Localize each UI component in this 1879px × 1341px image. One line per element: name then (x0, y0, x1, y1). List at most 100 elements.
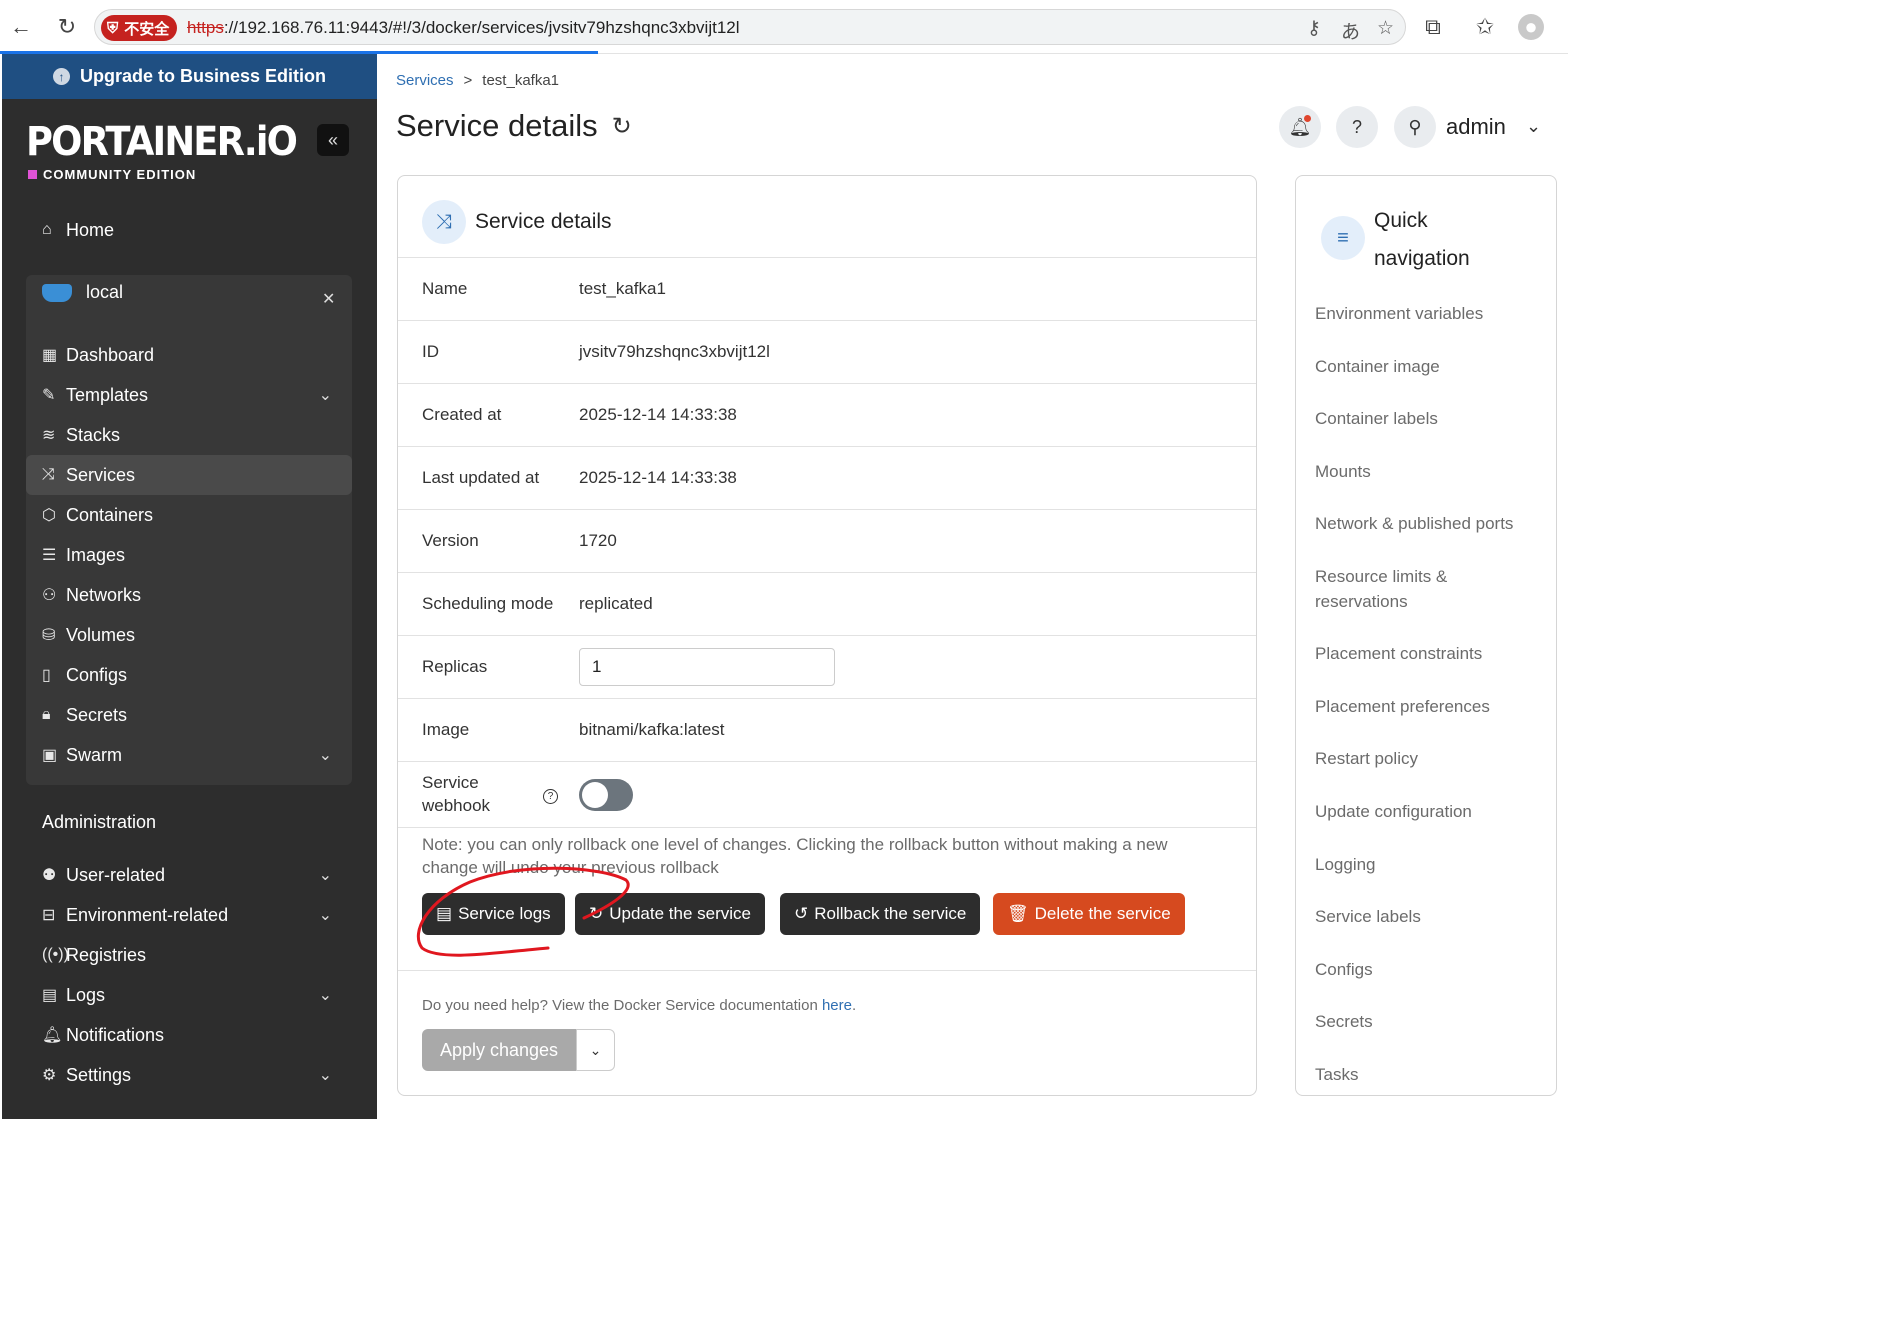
quick-nav-item[interactable]: Container labels (1315, 406, 1547, 431)
refresh-icon[interactable]: ↻ (612, 112, 632, 141)
chevron-down-icon[interactable]: ⌄ (319, 1065, 332, 1085)
url-text[interactable]: https://192.168.76.11:9443/#!/3/docker/s… (187, 18, 740, 38)
help-button[interactable]: ? (1336, 106, 1378, 148)
update-service-button[interactable]: ↻ Update the service (575, 893, 765, 935)
quick-nav-item[interactable]: Container image (1315, 354, 1547, 379)
user-menu-button[interactable]: ⚲ (1394, 106, 1436, 148)
chevron-down-icon[interactable]: ⌄ (1526, 116, 1541, 137)
hard-drive-icon: ⊟ (42, 907, 56, 924)
edition-label: COMMUNITY EDITION (28, 167, 196, 182)
rollback-service-button[interactable]: ↺ Rollback the service (780, 893, 981, 935)
replicas-input[interactable] (579, 648, 835, 686)
sidebar-item-home[interactable]: ⌂ Home (26, 210, 352, 250)
quick-nav-item[interactable]: Placement constraints (1315, 641, 1547, 666)
quick-nav-item[interactable]: Update configuration (1315, 799, 1547, 824)
rollback-note: Note: you can only rollback one level of… (422, 835, 1168, 877)
sidebar-item-stacks[interactable]: ≋ Stacks (26, 415, 352, 455)
quick-nav-item[interactable]: Logging (1315, 852, 1547, 877)
bell-icon: 🔔︎ (42, 1027, 63, 1044)
list-icon: ☰ (42, 547, 57, 564)
quick-nav-item[interactable]: Mounts (1315, 459, 1547, 484)
browser-toolbar: ← ↻ ⛨ 不安全 https://192.168.76.11:9443/#!/… (0, 0, 1568, 54)
sidebar-item-environment-related[interactable]: ⊟ Environment-related ⌄ (26, 895, 352, 935)
sidebar-item-notifications[interactable]: 🔔︎ Notifications (26, 1015, 352, 1055)
sidebar-item-dashboard[interactable]: ▦ Dashboard (26, 335, 352, 375)
chevron-down-icon[interactable]: ⌄ (319, 985, 332, 1005)
edit-icon: ✎ (42, 387, 56, 404)
chevron-down-icon[interactable]: ⌄ (319, 745, 332, 765)
page-title: Service details ↻ (396, 108, 632, 143)
docs-link[interactable]: here (822, 997, 852, 1014)
file-text-icon: ▤ (42, 987, 58, 1004)
service-details-card: ⤨ Service details Name test_kafka1 ID jvsi… (397, 175, 1257, 1096)
collapse-sidebar-button[interactable]: « (317, 124, 349, 156)
sidebar-item-services[interactable]: ⤨ Services (26, 455, 352, 495)
sidebar-item-user-related[interactable]: ⚉ User-related ⌄ (26, 855, 352, 895)
file-text-icon: ▤ (436, 904, 453, 923)
service-logs-button[interactable]: ▤ Service logs (422, 893, 565, 935)
shuffle-icon: ⤨ (422, 200, 466, 244)
translate-icon[interactable]: あ (1341, 17, 1360, 44)
sidebar-item-containers[interactable]: ⬡ Containers (26, 495, 352, 535)
database-icon: ⛁ (42, 627, 56, 644)
sidebar-item-registries[interactable]: ((•)) Registries (26, 935, 352, 975)
close-environment-icon[interactable]: ✕ (322, 289, 335, 309)
sidebar-item-networks[interactable]: ⚇ Networks (26, 575, 352, 615)
profile-avatar-icon[interactable]: ● (1518, 14, 1544, 40)
arrow-up-circle-icon: ↑ (52, 68, 70, 85)
sidebar: ↑ Upgrade to Business Edition PORTAINER.… (2, 54, 377, 1119)
insecure-badge[interactable]: ⛨ 不安全 (101, 15, 178, 41)
delete-service-button[interactable]: 🗑︎ Delete the service (993, 893, 1185, 935)
key-icon[interactable]: ⚷ (1307, 17, 1321, 40)
notifications-button[interactable]: 🔔︎ (1279, 106, 1321, 148)
detail-row-version: Version 1720 (398, 510, 1256, 573)
lock-icon: 🔒︎ (42, 706, 51, 723)
trash-icon: 🗑︎ (1007, 904, 1029, 923)
quick-nav-item[interactable]: Placement preferences (1315, 694, 1547, 719)
sidebar-item-configs[interactable]: ▯ Configs (26, 655, 352, 695)
sidebar-item-logs[interactable]: ▤ Logs ⌄ (26, 975, 352, 1015)
sidebar-item-images[interactable]: ☰ Images (26, 535, 352, 575)
detail-row-image: Image bitnami/kafka:latest (398, 699, 1256, 762)
quick-nav-item[interactable]: Configs (1315, 957, 1547, 982)
quick-nav-item[interactable]: Tasks (1315, 1062, 1547, 1087)
sidebar-item-settings[interactable]: ⚙ Settings ⌄ (26, 1055, 352, 1095)
chevron-down-icon[interactable]: ⌄ (319, 385, 332, 405)
apply-dropdown-button[interactable]: ⌄ (576, 1029, 615, 1071)
webhook-toggle[interactable] (579, 779, 633, 811)
dashboard-icon: ▦ (42, 347, 58, 364)
sidebar-item-templates[interactable]: ✎ Templates ⌄ (26, 375, 352, 415)
breadcrumb: Services > test_kafka1 (396, 72, 559, 89)
breadcrumb-services-link[interactable]: Services (396, 72, 454, 89)
extensions-icon[interactable]: ⧉ (1420, 14, 1446, 40)
favorites-icon[interactable]: ✩ (1472, 14, 1498, 40)
sidebar-item-volumes[interactable]: ⛁ Volumes (26, 615, 352, 655)
help-icon[interactable]: ? (543, 789, 558, 804)
quick-nav-item[interactable]: Resource limits & reservations (1315, 564, 1485, 614)
sidebar-item-secrets[interactable]: 🔒︎ Secrets (26, 695, 352, 735)
address-bar[interactable]: ⛨ 不安全 https://192.168.76.11:9443/#!/3/do… (94, 9, 1406, 45)
apply-changes-button[interactable]: Apply changes (422, 1029, 576, 1071)
sidebar-item-swarm[interactable]: ▣ Swarm ⌄ (26, 735, 352, 775)
portainer-logo[interactable]: PORTAINER.iO (26, 119, 298, 165)
back-arrow-icon[interactable]: ← (8, 14, 34, 40)
chevron-down-icon[interactable]: ⌄ (319, 905, 332, 925)
quick-nav-item[interactable]: Secrets (1315, 1009, 1547, 1034)
detail-row-id: ID jvsitv79hzshqnc3xbvijt12l (398, 321, 1256, 384)
help-text: Do you need help? View the Docker Servic… (422, 997, 857, 1014)
environment-header[interactable]: local (42, 282, 123, 303)
quick-nav-item[interactable]: Restart policy (1315, 746, 1547, 771)
quick-navigation-panel: ≡ Quick navigation Environment variables… (1295, 175, 1557, 1096)
upgrade-button[interactable]: ↑ Upgrade to Business Edition (2, 54, 377, 99)
reload-icon[interactable]: ↻ (54, 14, 80, 40)
star-icon[interactable]: ☆ (1377, 17, 1394, 40)
chevron-down-icon: ⌄ (589, 1041, 602, 1058)
user-name[interactable]: admin (1446, 114, 1506, 140)
home-icon: ⌂ (42, 221, 52, 238)
chevron-down-icon[interactable]: ⌄ (319, 865, 332, 885)
quick-nav-item[interactable]: Service labels (1315, 904, 1547, 929)
detail-row-updated: Last updated at 2025-12-14 14:33:38 (398, 447, 1256, 510)
trello-icon: ▣ (42, 747, 58, 764)
quick-nav-item[interactable]: Environment variables (1315, 301, 1547, 326)
quick-nav-item[interactable]: Network & published ports (1315, 511, 1547, 536)
